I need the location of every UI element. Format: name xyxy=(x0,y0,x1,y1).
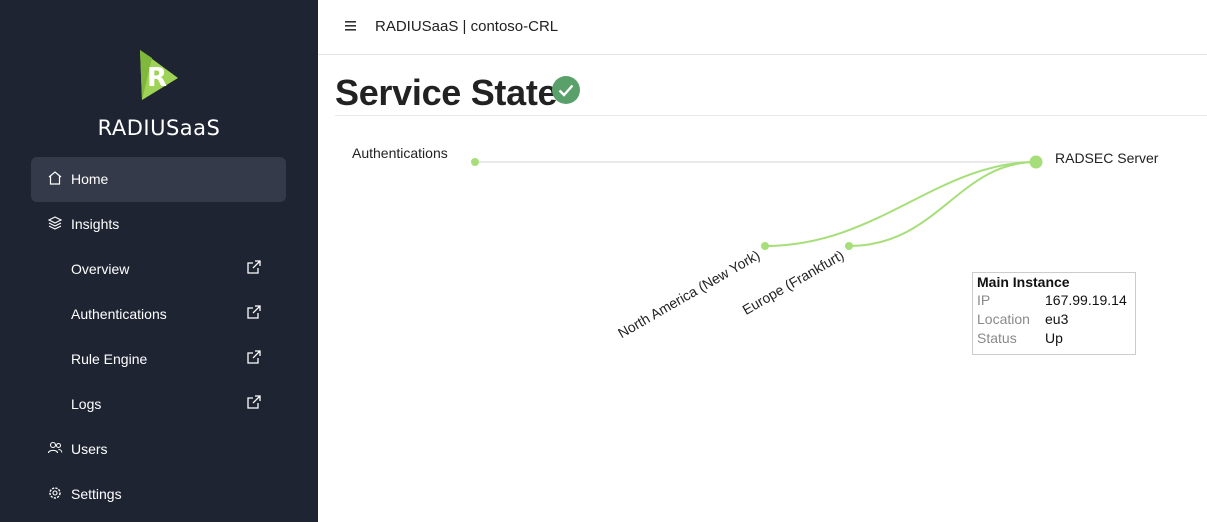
external-link-icon xyxy=(247,305,261,319)
brand-name: RADIUSaaS xyxy=(97,116,221,140)
svg-text:R: R xyxy=(147,63,167,93)
label-north-america: North America (New York) xyxy=(615,247,762,341)
check-circle-icon xyxy=(552,76,580,104)
sidebar-item-rule-engine[interactable]: Rule Engine xyxy=(31,337,286,382)
sidebar-item-label: Logs xyxy=(71,396,102,412)
sidebar-item-label: Users xyxy=(71,441,108,457)
tooltip-key: Location xyxy=(977,311,1030,327)
page-title: Service State xyxy=(335,72,558,113)
instance-tooltip: Main Instance IP 167.99.19.14 Location e… xyxy=(972,272,1136,355)
link-europe-radsec xyxy=(848,161,1037,247)
gear-icon xyxy=(49,487,61,499)
breadcrumb: RADIUSaaS | contoso-CRL xyxy=(375,18,559,35)
node-europe[interactable] xyxy=(845,242,853,250)
tooltip-key: Status xyxy=(977,330,1017,346)
layers-icon xyxy=(47,216,63,230)
sidebar-item-label: Insights xyxy=(71,216,120,232)
sidebar-item-settings[interactable]: Settings xyxy=(31,472,286,517)
tooltip-title: Main Instance xyxy=(977,274,1070,290)
sidebar-item-label: Home xyxy=(71,171,109,187)
sidebar-item-home[interactable]: Home xyxy=(31,157,286,202)
tooltip-value: Up xyxy=(1045,330,1063,346)
sidebar-item-label: Overview xyxy=(71,261,130,277)
node-radsec-server[interactable] xyxy=(1029,155,1043,169)
sidebar: R RADIUSaaS Home Insights Overview Authe… xyxy=(0,0,318,522)
hamburger-menu-icon[interactable] xyxy=(345,20,357,32)
sidebar-item-users[interactable]: Users xyxy=(31,427,286,472)
external-link-icon xyxy=(247,395,261,409)
home-icon xyxy=(48,171,62,185)
sidebar-item-label: Settings xyxy=(71,486,122,502)
top-bar: RADIUSaaS | contoso-CRL xyxy=(318,0,1207,55)
sidebar-item-label: Rule Engine xyxy=(71,351,148,367)
tooltip-key: IP xyxy=(977,292,991,308)
link-north-america-radsec xyxy=(764,161,1037,247)
sidebar-item-label: Authentications xyxy=(71,306,167,322)
sidebar-item-overview[interactable]: Overview xyxy=(31,247,286,292)
node-authentications[interactable] xyxy=(471,158,479,166)
label-authentications: Authentications xyxy=(352,145,448,161)
external-link-icon xyxy=(247,260,261,274)
radiusaas-logo: R xyxy=(140,50,178,100)
sidebar-item-insights[interactable]: Insights xyxy=(31,202,286,247)
node-north-america[interactable] xyxy=(761,242,769,250)
label-radsec-server: RADSEC Server xyxy=(1055,150,1159,166)
external-link-icon xyxy=(247,350,261,364)
users-icon xyxy=(47,441,63,454)
sidebar-item-authentications[interactable]: Authentications xyxy=(31,292,286,337)
tooltip-value: eu3 xyxy=(1045,311,1069,327)
sidebar-item-logs[interactable]: Logs xyxy=(31,382,286,427)
tooltip-value: 167.99.19.14 xyxy=(1045,292,1127,308)
